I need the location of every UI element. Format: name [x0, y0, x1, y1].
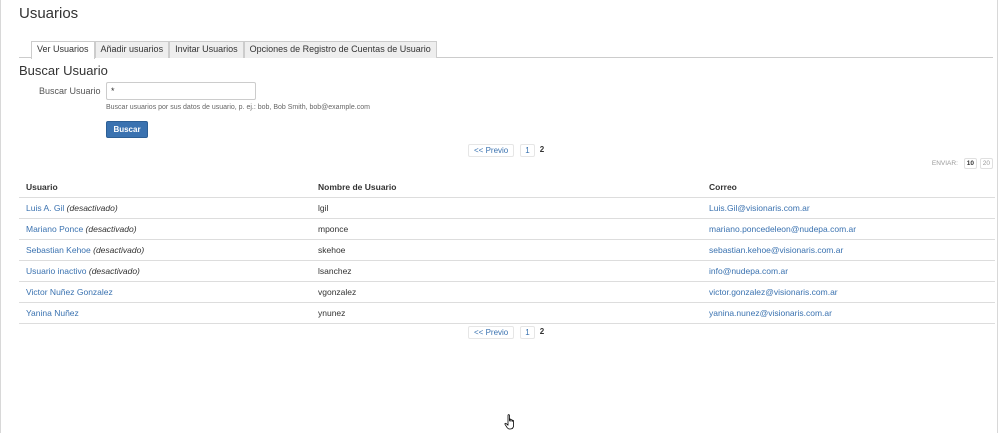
user-status: (desactivado): [93, 244, 145, 255]
search-button[interactable]: Buscar: [106, 121, 148, 138]
pagination-page-link[interactable]: 1: [520, 144, 535, 157]
user-name-link[interactable]: Luis A. Gil: [26, 203, 64, 213]
column-header-usuario: Usuario: [19, 177, 311, 198]
tab-invitar-usuarios[interactable]: Invitar Usuarios: [169, 41, 244, 58]
email-link[interactable]: yanina.nunez@visionaris.com.ar: [709, 308, 832, 318]
username-cell: mponce: [311, 218, 702, 240]
pagination-prev-link[interactable]: << Previo: [468, 326, 515, 339]
users-admin-page: Usuarios Ver Usuarios Añadir usuarios In…: [0, 0, 998, 433]
tab-opciones-registro[interactable]: Opciones de Registro de Cuentas de Usuar…: [243, 41, 437, 58]
table-row: Sebastian Kehoe (desactivado) skehoe seb…: [19, 239, 995, 261]
pagination-current-page: 2: [539, 327, 545, 336]
pagination-current-page: 2: [539, 145, 545, 154]
email-link[interactable]: Luis.Gil@visionaris.com.ar: [709, 203, 810, 213]
hand-pointer-icon: [504, 414, 514, 430]
email-link[interactable]: victor.gonzalez@visionaris.com.ar: [709, 287, 838, 297]
page-size-option[interactable]: 10: [963, 158, 977, 169]
username-cell: vgonzalez: [311, 281, 702, 303]
page-size-selector: ENVIAR: 10 20: [932, 158, 993, 169]
table-row: Yanina Nuñez ynunez yanina.nunez@visiona…: [19, 302, 995, 324]
column-header-correo: Correo: [702, 177, 995, 198]
pagination-prev-link[interactable]: << Previo: [468, 144, 515, 157]
user-name-link[interactable]: Yanina Nuñez: [26, 308, 79, 318]
table-row: Mariano Ponce (desactivado) mponce maria…: [19, 218, 995, 240]
username-cell: lgil: [311, 197, 702, 219]
tab-bar: Ver Usuarios Añadir usuarios Invitar Usu…: [19, 41, 993, 59]
search-label: Buscar Usuario: [39, 86, 101, 96]
user-name-link[interactable]: Mariano Ponce: [26, 224, 83, 234]
user-name-link[interactable]: Usuario inactivo: [26, 266, 86, 276]
users-table: Usuario Nombre de Usuario Correo Luis A.…: [19, 177, 995, 324]
email-link[interactable]: sebastian.kehoe@visionaris.com.ar: [709, 245, 843, 255]
email-link[interactable]: info@nudepa.com.ar: [709, 266, 788, 276]
search-help-text: Buscar usuarios por sus datos de usuario…: [106, 104, 370, 111]
user-status: (desactivado): [88, 265, 140, 276]
search-section-title: Buscar Usuario: [19, 63, 108, 78]
user-name-link[interactable]: Victor Nuñez Gonzalez: [26, 287, 113, 297]
user-status: (desactivado): [66, 202, 118, 213]
user-name-link[interactable]: Sebastian Kehoe: [26, 245, 91, 255]
username-cell: ynunez: [311, 302, 702, 324]
username-cell: skehoe: [311, 239, 702, 261]
pagination-page-link[interactable]: 1: [520, 326, 535, 339]
pagination-top: << Previo 1 2: [468, 144, 547, 157]
table-header-row: Usuario Nombre de Usuario Correo: [19, 177, 995, 198]
user-status: (desactivado): [85, 223, 137, 234]
table-row: Victor Nuñez Gonzalez vgonzalez victor.g…: [19, 281, 995, 303]
page-size-option[interactable]: 20: [979, 158, 993, 169]
pagination-bottom: << Previo 1 2: [468, 326, 547, 339]
page-size-label: ENVIAR:: [931, 160, 958, 167]
column-header-nombre-usuario: Nombre de Usuario: [311, 177, 702, 198]
table-row: Usuario inactivo (desactivado) lsanchez …: [19, 260, 995, 282]
username-cell: lsanchez: [311, 260, 702, 282]
email-link[interactable]: mariano.poncedeleon@nudepa.com.ar: [709, 224, 856, 234]
tab-ver-usuarios[interactable]: Ver Usuarios: [31, 41, 95, 59]
tab-anadir-usuarios[interactable]: Añadir usuarios: [94, 41, 170, 58]
search-input[interactable]: [106, 82, 256, 100]
table-row: Luis A. Gil (desactivado) lgil Luis.Gil@…: [19, 197, 995, 219]
page-title: Usuarios: [19, 5, 79, 22]
